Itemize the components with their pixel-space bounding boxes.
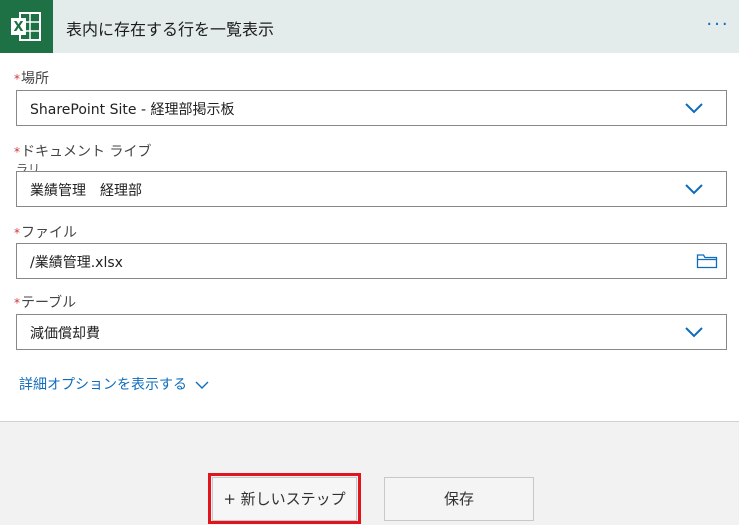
- location-dropdown[interactable]: SharePoint Site - 経理部掲示板: [16, 90, 727, 126]
- table-value: 減価償却費: [30, 326, 100, 342]
- document-library-label: *ドキュメント ライブ: [14, 144, 152, 160]
- document-library-dropdown[interactable]: 業績管理 経理部: [16, 171, 727, 207]
- location-value: SharePoint Site - 経理部掲示板: [30, 102, 235, 118]
- highlight-box: [208, 473, 361, 524]
- chevron-down-icon: [195, 381, 209, 389]
- card-title: 表内に存在する行を一覧表示: [66, 20, 275, 39]
- table-label: *テーブル: [14, 295, 77, 311]
- card-header[interactable]: X 表内に存在する行を一覧表示 ···: [0, 0, 739, 53]
- file-value: /業績管理.xlsx: [30, 255, 123, 271]
- action-card: X 表内に存在する行を一覧表示 ··· *場所 SharePoint Site …: [0, 0, 739, 422]
- chevron-down-icon: [685, 327, 703, 338]
- location-label: *場所: [14, 71, 49, 87]
- document-library-value: 業績管理 経理部: [30, 183, 142, 199]
- folder-icon[interactable]: [696, 253, 718, 269]
- ellipsis-icon[interactable]: ···: [702, 13, 734, 37]
- excel-icon: X: [0, 0, 53, 53]
- show-advanced-options-link[interactable]: 詳細オプションを表示する: [19, 374, 209, 394]
- chevron-down-icon: [685, 103, 703, 114]
- save-button[interactable]: 保存: [384, 477, 534, 521]
- file-input[interactable]: /業績管理.xlsx: [16, 243, 727, 279]
- file-label: *ファイル: [14, 225, 77, 241]
- chevron-down-icon: [685, 184, 703, 195]
- svg-text:X: X: [13, 20, 23, 35]
- table-dropdown[interactable]: 減価償却費: [16, 314, 727, 350]
